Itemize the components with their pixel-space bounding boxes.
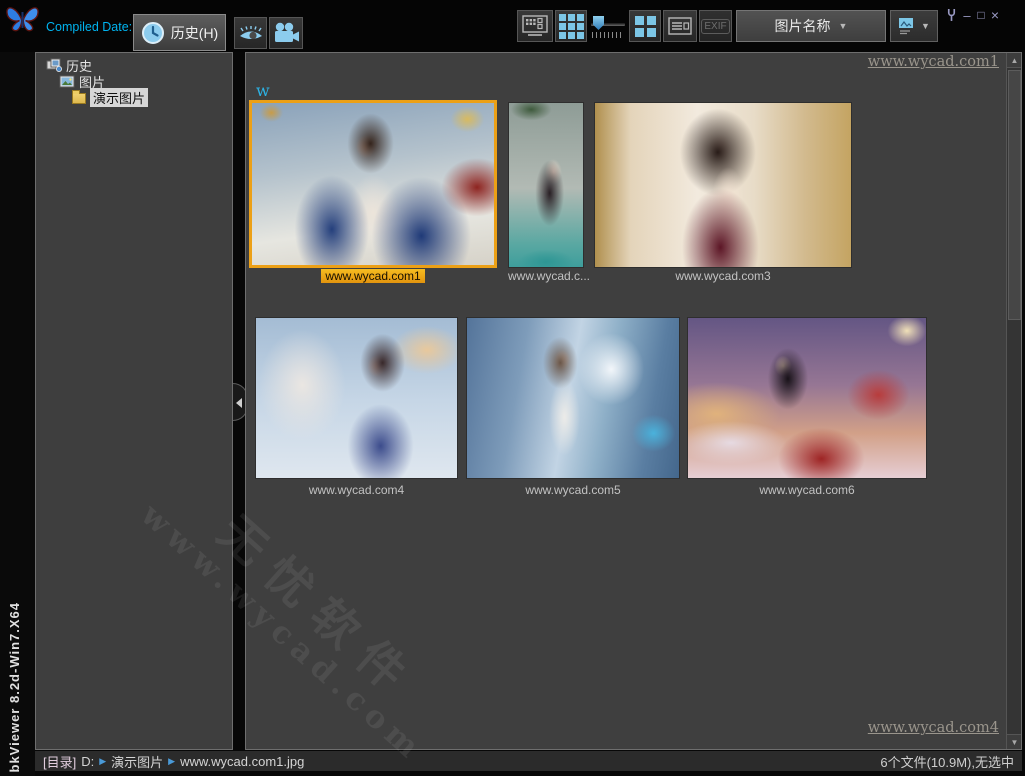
statusbar-folder: 演示图片 (111, 752, 163, 771)
chevron-down-icon: ▼ (839, 21, 848, 31)
grid-2x2-icon (635, 16, 656, 37)
breadcrumb-arrow-icon: ▶ (168, 756, 175, 767)
thumbnail-1[interactable] (249, 100, 497, 268)
thumbnail-5[interactable] (466, 317, 680, 479)
titlebar: Compiled Date: No 历史(H) (0, 0, 1025, 52)
maximize-button[interactable]: □ (974, 7, 988, 23)
stray-character: w (256, 81, 270, 100)
chevron-down-icon: ▼ (921, 21, 930, 31)
statusbar-prefix: [目录] (43, 752, 76, 771)
detail-list-view-button[interactable] (663, 10, 697, 42)
history-button-label: 历史(H) (171, 23, 218, 43)
grid-view-button[interactable] (555, 10, 587, 42)
tree-item-demo-pictures[interactable]: 演示图片 (46, 89, 232, 105)
close-button[interactable]: × (988, 7, 1002, 23)
exif-button[interactable]: EXIF (699, 10, 732, 42)
slideshow-camera-button[interactable] (269, 17, 303, 49)
vertical-scrollbar[interactable]: ▲ ▼ (1006, 53, 1021, 749)
collapse-left-arrow-icon (236, 398, 242, 408)
thumbnail-5-label[interactable]: www.wycad.com5 (466, 483, 680, 497)
thumbnail-2-label[interactable]: www.wycad.c... (508, 269, 584, 283)
minimize-button[interactable]: – (960, 7, 974, 23)
sort-dropdown-label: 图片名称 (775, 16, 831, 36)
app-logo-butterfly-icon (4, 4, 42, 32)
thumbnail-6-label[interactable]: www.wycad.com6 (687, 483, 927, 497)
thumbnail-style-icon (898, 17, 916, 35)
tree-item-label-selected: 演示图片 (90, 88, 148, 107)
thumbnail-2[interactable] (508, 102, 584, 268)
eye-icon (238, 23, 264, 43)
layout-view-icon (522, 15, 548, 37)
sort-by-name-dropdown[interactable]: 图片名称 ▼ (736, 10, 886, 42)
thumbnail-style-dropdown[interactable]: ▼ (890, 10, 938, 42)
statusbar: [目录] D: ▶ 演示图片 ▶ www.wycad.com1.jpg 6个文件… (35, 751, 1022, 771)
left-frame-strip: bkViewer 8.2d-Win7.X64 (0, 52, 35, 776)
app-version-vertical-label: bkViewer 8.2d-Win7.X64 (7, 602, 22, 772)
large-grid-view-button[interactable] (629, 10, 661, 42)
clock-icon (141, 21, 165, 45)
scroll-up-button[interactable]: ▲ (1007, 53, 1022, 68)
thumbnail-size-slider[interactable] (589, 10, 627, 42)
scrollbar-thumb[interactable] (1008, 70, 1021, 320)
watermark-link-top: www.wycad.com1 (868, 54, 999, 70)
thumbnail-3[interactable] (594, 102, 852, 268)
folder-tree-panel: 历史 图片 演示图片 (35, 52, 233, 750)
thumbnail-browser-panel: www.wycad.com1 w www.wycad.com1 www.wyca… (245, 52, 1022, 750)
statusbar-path: [目录] D: ▶ 演示图片 ▶ www.wycad.com1.jpg (35, 752, 304, 771)
settings-wrench-button[interactable] (944, 7, 958, 23)
thumbnail-4-label[interactable]: www.wycad.com4 (255, 483, 458, 497)
history-button[interactable]: 历史(H) (133, 14, 226, 51)
thumbnail-1-label[interactable]: www.wycad.com1 (249, 269, 497, 283)
slider-handle[interactable] (593, 16, 604, 30)
scroll-down-button[interactable]: ▼ (1007, 734, 1022, 749)
tree-item-history[interactable]: 历史 (46, 57, 232, 73)
grid-3x3-icon (559, 14, 584, 39)
thumbnail-4[interactable] (255, 317, 458, 479)
folder-icon (72, 93, 86, 104)
thumbnail-3-label[interactable]: www.wycad.com3 (594, 269, 852, 283)
statusbar-file: www.wycad.com1.jpg (180, 754, 304, 769)
detail-list-icon (668, 16, 692, 36)
statusbar-drive: D: (81, 754, 94, 769)
movie-camera-icon (272, 22, 300, 44)
layout-view-button[interactable] (517, 10, 553, 42)
slider-ticks (592, 32, 624, 38)
statusbar-file-count: 6个文件(10.9M),无选中 (880, 752, 1022, 771)
exif-label: EXIF (701, 19, 729, 34)
preview-eye-button[interactable] (234, 17, 267, 49)
thumbnail-6[interactable] (687, 317, 927, 479)
watermark-link-bottom: www.wycad.com4 (868, 720, 999, 736)
app-window: Compiled Date: No 历史(H) (0, 0, 1025, 776)
wrench-icon (946, 8, 957, 22)
pictures-icon (59, 75, 75, 88)
breadcrumb-arrow-icon: ▶ (99, 756, 106, 767)
history-photos-icon (46, 58, 62, 72)
